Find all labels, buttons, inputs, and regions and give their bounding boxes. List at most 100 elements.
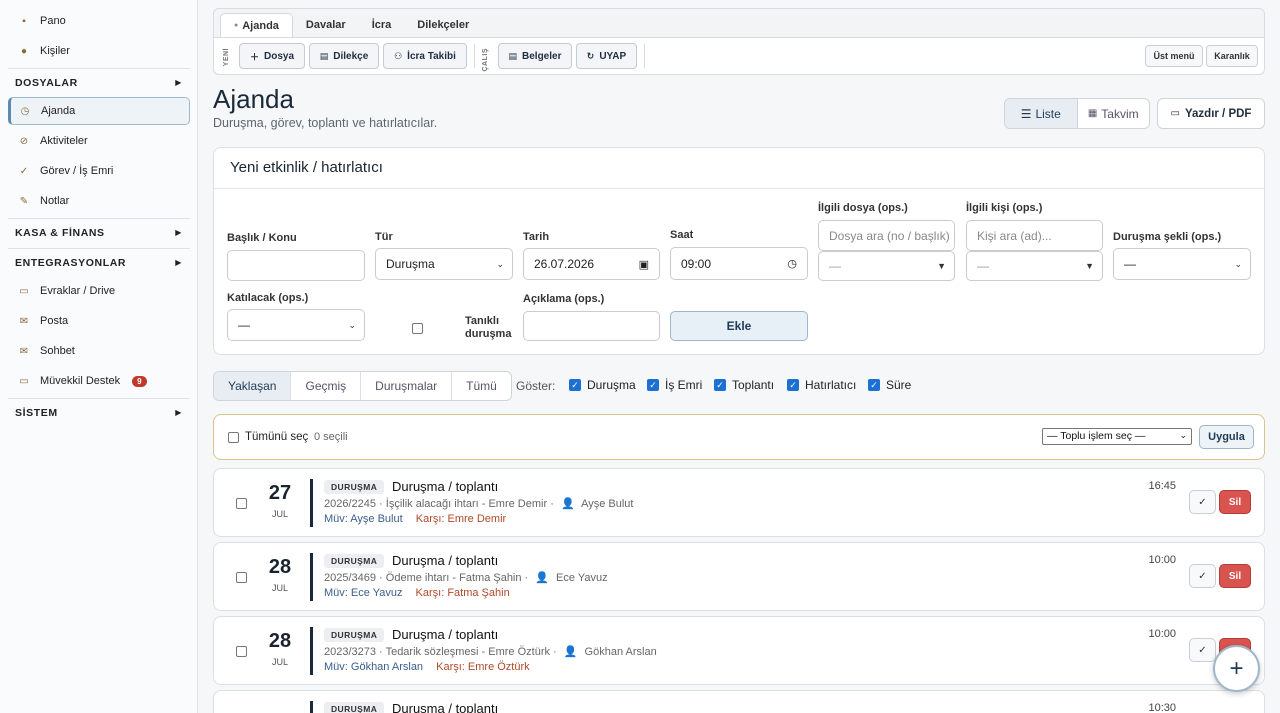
list-view-button[interactable]: ☰ Liste — [1005, 99, 1078, 128]
tab-davalar[interactable]: Davalar — [293, 13, 359, 37]
event-title: Duruşma / toplantı — [392, 553, 499, 568]
new-petition-button[interactable]: ▤ Dilekçe — [309, 43, 379, 69]
complete-button[interactable]: ✓ — [1189, 638, 1216, 662]
add-event-button[interactable]: Ekle — [670, 311, 808, 341]
button-label: Takvim — [1101, 106, 1139, 121]
section-label: SİSTEM — [15, 406, 58, 419]
row-checkbox[interactable] — [236, 646, 247, 657]
new-file-button[interactable]: ＋ Dosya — [239, 43, 305, 69]
checkbox-checked-icon: ✓ — [569, 379, 581, 391]
file-search-input[interactable]: Dosya ara (no / başlık) — [818, 220, 955, 251]
select-value: — — [829, 259, 841, 273]
row-checkbox[interactable] — [236, 498, 247, 509]
mail-icon: ✉ — [19, 315, 29, 327]
calendar-view-button[interactable]: ▦ Takvim — [1078, 99, 1150, 128]
event-file: 2025/3469 · Ödeme ihtarı - Fatma Şahin · — [324, 572, 529, 584]
attendee-select[interactable]: — ⌄ — [227, 309, 365, 341]
hearing-type-select[interactable]: — ⌄ — [1113, 248, 1251, 280]
plus-icon: ＋ — [249, 51, 259, 62]
print-pdf-button[interactable]: ▭ Yazdır / PDF — [1157, 98, 1265, 129]
filter-durusma-checkbox[interactable]: ✓ Duruşma — [569, 378, 636, 392]
tab-ajanda[interactable]: ● Ajanda — [220, 13, 293, 37]
hearing-type-label: Duruşma şekli (ops.) — [1113, 231, 1222, 243]
button-label: Dosya — [264, 50, 295, 62]
title-input[interactable] — [227, 250, 365, 281]
event-parties: Müv: Gökhan Arslan Karşı: Emre Öztürk — [324, 661, 530, 673]
event-opponent: Karşı: Emre Öztürk — [436, 661, 530, 673]
select-all-checkbox[interactable] — [228, 432, 239, 443]
select-value: Duruşma — [386, 257, 435, 271]
event-title: Duruşma / toplantı — [392, 701, 499, 713]
sidebar-item-ajanda[interactable]: ◷ Ajanda — [8, 97, 190, 125]
complete-button[interactable]: ✓ — [1189, 490, 1216, 514]
event-row[interactable]: 28 JUL DURUŞMA Duruşma / toplantı 2023/3… — [213, 616, 1265, 685]
row-checkbox[interactable] — [236, 572, 247, 583]
file-select[interactable]: — ▼ — [818, 251, 955, 281]
filter-hatirlatici-checkbox[interactable]: ✓ Hatırlatıcı — [787, 378, 856, 392]
sidebar-section-sistem[interactable]: SİSTEM ▶ — [8, 398, 190, 426]
description-input[interactable] — [523, 311, 660, 341]
event-row[interactable]: 28 JUL DURUŞMA Duruşma / toplantı 2025/3… — [213, 542, 1265, 611]
sidebar-section-dosyalar[interactable]: DOSYALAR ▶ — [8, 68, 190, 96]
sidebar-item-evraklar[interactable]: ▭ Evraklar / Drive — [8, 277, 190, 305]
sidebar-item-gorev[interactable]: ✓ Görev / İş Emri — [8, 157, 190, 185]
sidebar-item-posta[interactable]: ✉ Posta — [8, 307, 190, 335]
add-floating-button[interactable]: + — [1213, 645, 1260, 692]
sidebar-item-pano[interactable]: ▪ Pano — [8, 7, 190, 35]
sidebar-item-label: Pano — [40, 15, 66, 27]
tab-all[interactable]: Tümü — [452, 372, 511, 400]
person-icon: 👤 — [563, 646, 578, 658]
event-row[interactable]: 27 JUL DURUŞMA Duruşma / toplantı 2026/2… — [213, 468, 1265, 537]
contacts-icon: ● — [20, 45, 28, 57]
person-select[interactable]: — ▼ — [966, 251, 1103, 281]
sidebar-item-aktiviteler[interactable]: ⊘ Aktiviteler — [8, 127, 190, 155]
document-icon: ▤ — [508, 50, 518, 61]
sidebar-section-entegrasyonlar[interactable]: ENTEGRASYONLAR ▶ — [8, 248, 190, 276]
top-menu-button[interactable]: Üst menü — [1145, 45, 1203, 67]
sidebar-item-kisiler[interactable]: ● Kişiler — [8, 37, 190, 65]
witness-hearing-checkbox[interactable] — [412, 323, 423, 334]
dot-icon: ● — [234, 22, 239, 29]
check-icon: ✓ — [1198, 496, 1207, 508]
delete-button[interactable]: Sil — [1219, 490, 1251, 514]
type-select[interactable]: Duruşma ⌄ — [375, 248, 513, 280]
tab-icra[interactable]: İcra — [359, 13, 405, 37]
button-label: UYAP — [599, 50, 627, 62]
tab-past[interactable]: Geçmiş — [291, 372, 362, 400]
button-label: İcra Takibi — [407, 50, 456, 62]
tab-dilekceler[interactable]: Dilekçeler — [404, 13, 482, 37]
delete-button[interactable]: Sil — [1219, 564, 1251, 588]
ribbon-tabs: ● Ajanda Davalar İcra Dilekçeler — [220, 13, 482, 37]
expand-arrow-icon: ▶ — [175, 78, 182, 87]
sidebar-section-kasa[interactable]: KASA & FİNANS ▶ — [8, 218, 190, 246]
event-row[interactable]: DURUŞMA Duruşma / toplantı 10:30 — [213, 690, 1265, 713]
filter-is-emri-checkbox[interactable]: ✓ İş Emri — [647, 378, 702, 392]
uyap-button[interactable]: ↻ UYAP — [576, 43, 637, 69]
complete-button[interactable]: ✓ — [1189, 564, 1216, 588]
event-opponent: Karşı: Emre Demir — [415, 513, 507, 525]
filter-sure-checkbox[interactable]: ✓ Süre — [868, 378, 911, 392]
tab-label: Ajanda — [242, 19, 279, 32]
time-input[interactable]: 09:00 ◷ — [670, 247, 808, 280]
person-search-input[interactable]: Kişi ara (ad)... — [966, 220, 1103, 251]
sidebar-item-muvekkil-destek[interactable]: ▭ Müvekkil Destek 9 — [8, 367, 190, 395]
sidebar-item-sohbet[interactable]: ✉ Sohbet — [8, 337, 190, 365]
apply-bulk-button[interactable]: Uygula — [1199, 425, 1254, 449]
date-input[interactable]: 26.07.2026 ▣ — [523, 248, 660, 280]
event-opponent: Karşı: Fatma Şahin — [415, 587, 510, 599]
tab-hearings[interactable]: Duruşmalar — [361, 372, 453, 400]
new-enforcement-button[interactable]: ⚇ İcra Takibi — [383, 43, 467, 69]
event-file: 2026/2245 · İşçilik alacağı ihtarı - Emr… — [324, 498, 554, 510]
sidebar-item-label: Müvekkil Destek — [40, 375, 121, 387]
filter-toplanti-checkbox[interactable]: ✓ Toplantı — [714, 378, 774, 392]
divider — [644, 44, 645, 68]
dark-mode-button[interactable]: Karanlık — [1206, 45, 1258, 67]
event-time: 10:00 — [1148, 628, 1176, 640]
form-heading: Yeni etkinlik / hatırlatıcı — [214, 148, 1264, 189]
sidebar-item-notlar[interactable]: ✎ Notlar — [8, 187, 190, 215]
tab-upcoming[interactable]: Yaklaşan — [214, 372, 292, 400]
event-client: Müv: Ayşe Bulut — [324, 513, 403, 525]
documents-button[interactable]: ▤ Belgeler — [498, 43, 572, 69]
event-time: 10:00 — [1148, 554, 1176, 566]
bulk-action-select[interactable]: — Toplu işlem seç — ⌄ — [1042, 428, 1192, 445]
